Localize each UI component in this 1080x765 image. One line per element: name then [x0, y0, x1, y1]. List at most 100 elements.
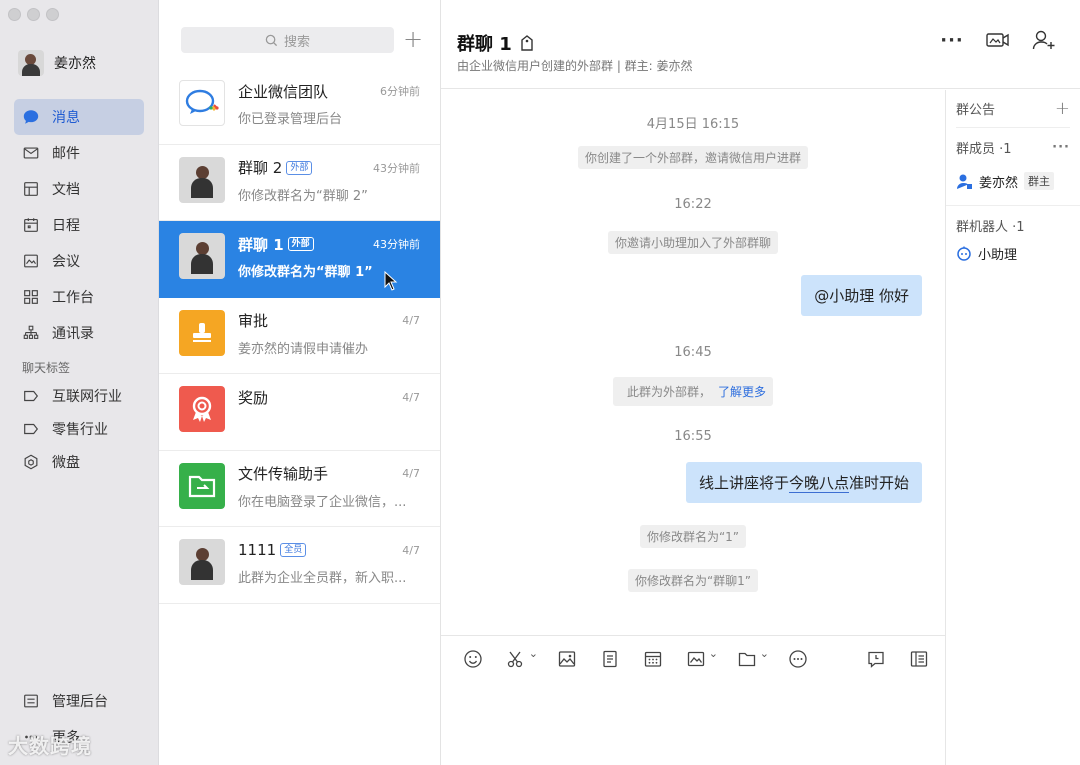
group-avatar [179, 233, 225, 279]
conversation-preview: 姜亦然的请假申请催办 [238, 341, 369, 357]
user-name: 姜亦然 [54, 56, 96, 72]
robot-item[interactable]: 小助理 [956, 238, 1070, 268]
conversation-item[interactable]: 企业微信团队 6分钟前 你已登录管理后台 [159, 68, 440, 145]
external-badge: 外部 [286, 160, 313, 175]
nav-tag-retail[interactable]: 零售行业 [14, 412, 144, 445]
conversation-preview: 你修改群名为“群聊 2” [238, 188, 368, 204]
video-meeting-button[interactable] [986, 28, 1010, 52]
nav-item-workbench[interactable]: 工作台 [14, 279, 144, 315]
group-notice-section: 群公告 + [946, 90, 1080, 128]
document-button[interactable] [598, 647, 622, 671]
sidebar: 姜亦然 消息 邮件 文档 日程 会议 工作台 通讯录 聊天标签 互联网行业 零售… [0, 0, 159, 765]
user-profile[interactable]: 姜亦然 [18, 50, 96, 76]
conversation-time: 4/7 [402, 467, 420, 480]
conversation-items: 企业微信团队 6分钟前 你已登录管理后台 群聊 2 外部 43分钟前 你修改群名为… [159, 68, 440, 604]
message-icon [22, 108, 40, 126]
conversation-title: 审批 [238, 312, 269, 330]
schedule-button[interactable] [641, 647, 665, 671]
meeting-icon [22, 252, 40, 270]
highlighted-time-link[interactable]: 今晚八点 [788, 474, 849, 493]
zoom-window-button[interactable] [46, 8, 59, 21]
conversation-title: 奖励 [238, 388, 269, 407]
nav-item-mail[interactable]: 邮件 [14, 135, 144, 171]
group-notice-label: 群公告 [956, 103, 996, 118]
chat-subtitle: 由企业微信用户创建的外部群 | 群主: 姜亦然 [457, 59, 693, 73]
person-icon [957, 174, 972, 189]
message-bubble[interactable]: 线上讲座将于今晚八点准时开始 [685, 462, 922, 503]
emoji-icon [464, 650, 482, 668]
calendar-grid-icon [644, 651, 662, 667]
conversation-time: 6分钟前 [380, 85, 420, 98]
learn-more-link[interactable]: 了解更多 [718, 385, 766, 399]
tag-outline-icon[interactable] [520, 34, 534, 52]
conversation-item[interactable]: 文件传输助手 4/7 你在电脑登录了企业微信，... [159, 451, 440, 527]
message-bubble[interactable]: @小助理 你好 [801, 275, 922, 316]
conversation-item-selected[interactable]: 群聊 1 外部 43分钟前 你修改群名为“群聊 1” [159, 221, 440, 298]
tag-icon [22, 387, 40, 405]
conversation-time: 43分钟前 [373, 161, 420, 175]
chat-history-button[interactable] [907, 647, 931, 671]
header-actions: ··· [940, 28, 1056, 52]
add-chat-button[interactable]: + [402, 27, 424, 51]
system-message: 你修改群名为“群聊1” [441, 569, 945, 592]
close-window-button[interactable] [8, 8, 21, 21]
group-avatar [179, 539, 225, 585]
conversation-preview: 你已登录管理后台 [238, 112, 343, 127]
nav-item-weipan[interactable]: 微盘 [14, 445, 144, 478]
nav-item-docs[interactable]: 文档 [14, 171, 144, 207]
conversation-title: 企业微信团队 [238, 82, 329, 101]
conversation-item[interactable]: 群聊 2 外部 43分钟前 你修改群名为“群聊 2” [159, 145, 440, 221]
search-icon [265, 34, 278, 46]
screenshot-button[interactable] [504, 647, 538, 671]
more-circle-icon [789, 650, 807, 668]
group-robots-section: 群机器人 ·1 小助理 [946, 206, 1080, 268]
folder-icon [738, 652, 756, 667]
conversation-item[interactable]: 1111 全员 4/7 此群为企业全员群，新入职... [159, 527, 440, 604]
owner-tag: 群主 [1024, 172, 1055, 190]
main-nav: 消息 邮件 文档 日程 会议 工作台 通讯录 聊天标签 互联网行业 零售行业 微… [14, 99, 144, 478]
members-more-button[interactable]: ··· [1052, 140, 1070, 155]
document-icon [603, 650, 617, 668]
admin-icon [22, 692, 40, 710]
more-tools-button[interactable] [786, 647, 810, 671]
nav-item-admin[interactable]: 管理后台 [14, 683, 144, 719]
contacts-icon [22, 324, 40, 342]
emoji-button[interactable] [461, 647, 485, 671]
member-item[interactable]: 姜亦然 群主 [956, 166, 1070, 196]
history-list-icon [910, 651, 928, 667]
approval-stamp-icon [179, 309, 225, 356]
folder-button[interactable] [735, 647, 769, 671]
image-button[interactable] [555, 647, 579, 671]
group-info-panel: 群公告 + 群成员 ·1 ··· 姜亦然 群主 群机器人 ·1 小助理 [945, 90, 1080, 765]
nav-item-contacts[interactable]: 通讯录 [14, 315, 144, 351]
reward-medal-icon [179, 386, 225, 432]
chat-title: 群聊 1 [457, 34, 512, 55]
nav-item-messages[interactable]: 消息 [14, 99, 144, 135]
add-person-icon [1032, 30, 1055, 50]
minimize-window-button[interactable] [27, 8, 40, 21]
clock-bubble-icon [868, 651, 884, 668]
system-message: 你修改群名为“1” [441, 525, 945, 548]
message-composer[interactable] [441, 635, 945, 765]
mouse-cursor-icon [384, 271, 398, 291]
add-member-button[interactable] [1032, 28, 1056, 52]
meeting-button[interactable] [684, 647, 718, 671]
message-area: 4月15日 16:15 你创建了一个外部群，邀请微信用户进群 16:22 你邀请… [441, 90, 945, 635]
search-input[interactable]: 搜索 [181, 27, 394, 53]
conversation-item[interactable]: 审批 4/7 姜亦然的请假申请催办 [159, 298, 440, 374]
nav-tag-internet[interactable]: 互联网行业 [14, 379, 144, 412]
nav-item-calendar[interactable]: 日程 [14, 207, 144, 243]
timestamp: 16:45 [674, 345, 712, 360]
conversation-item[interactable]: 奖励 4/7 [159, 374, 440, 451]
scheduled-message-button[interactable] [864, 647, 888, 671]
conversation-preview: 你在电脑登录了企业微信，... [238, 494, 407, 510]
member-name: 姜亦然 [979, 175, 1019, 191]
document-icon [22, 180, 40, 198]
more-options-button[interactable]: ··· [940, 28, 964, 52]
scissors-icon [507, 651, 523, 668]
conversation-title: 群聊 2 [238, 159, 283, 177]
nav-item-meeting[interactable]: 会议 [14, 243, 144, 279]
add-notice-button[interactable]: + [1055, 98, 1070, 119]
search-placeholder: 搜索 [283, 34, 310, 50]
members-header: 群成员 ·1 [956, 141, 1012, 157]
